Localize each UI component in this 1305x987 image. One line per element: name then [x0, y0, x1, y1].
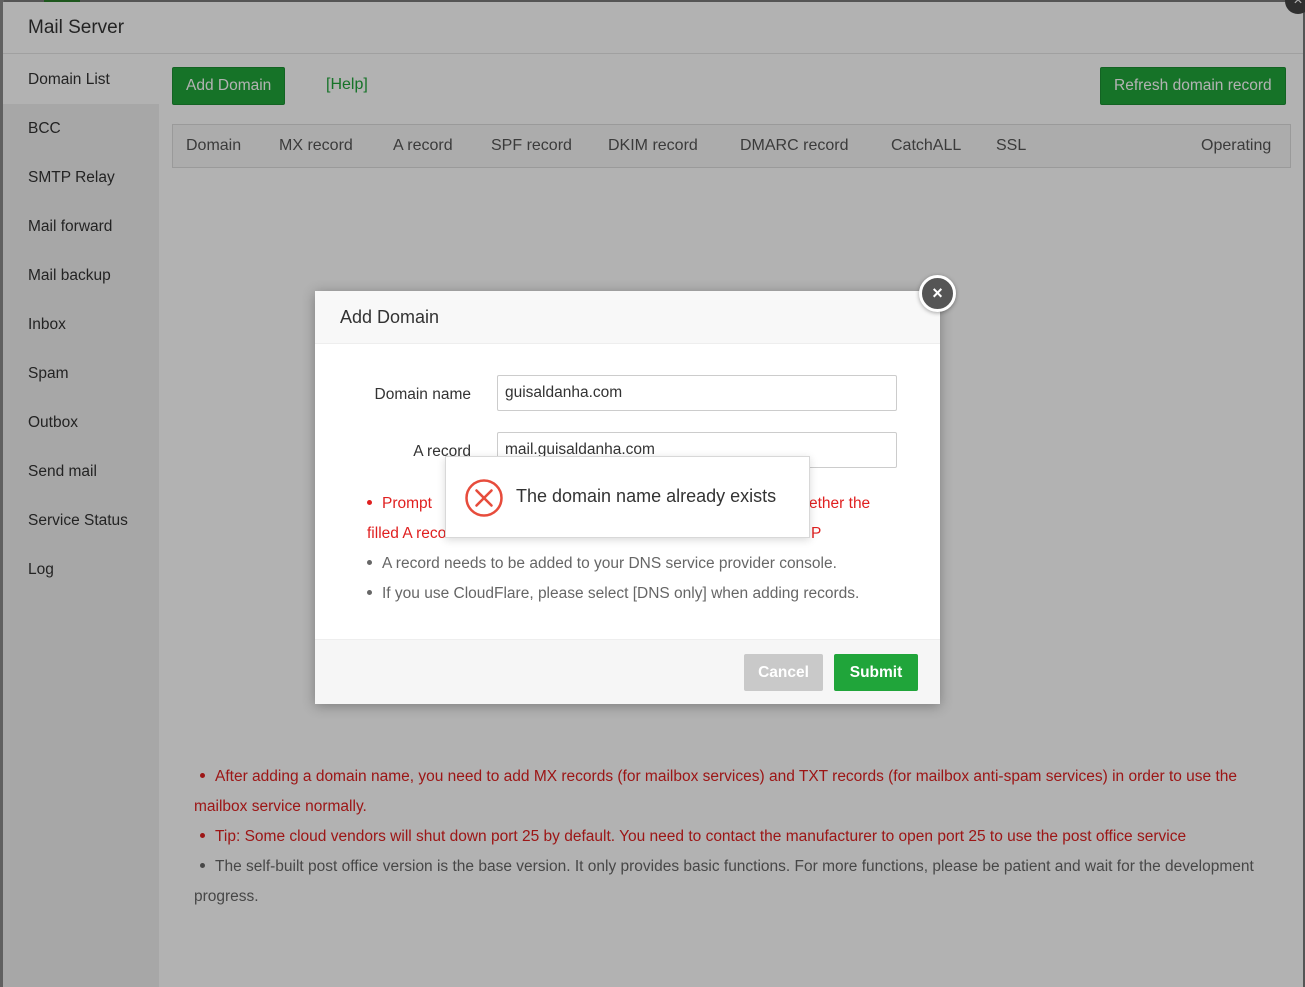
submit-button[interactable]: Submit [834, 654, 918, 691]
cancel-button[interactable]: Cancel [744, 654, 823, 691]
toast-message: The domain name already exists [516, 486, 777, 506]
domain-name-input[interactable] [497, 375, 897, 411]
tip-item: If you use CloudFlare, please select [DN… [363, 579, 903, 609]
error-toast: The domain name already exists [445, 456, 810, 538]
close-icon[interactable]: × [919, 275, 956, 312]
dialog-title: Add Domain [315, 291, 940, 344]
tip-item: A record needs to be added to your DNS s… [363, 549, 903, 579]
dialog-footer: Cancel Submit [315, 639, 940, 704]
domain-name-label: Domain name [374, 386, 472, 403]
error-circle-icon [465, 479, 503, 517]
